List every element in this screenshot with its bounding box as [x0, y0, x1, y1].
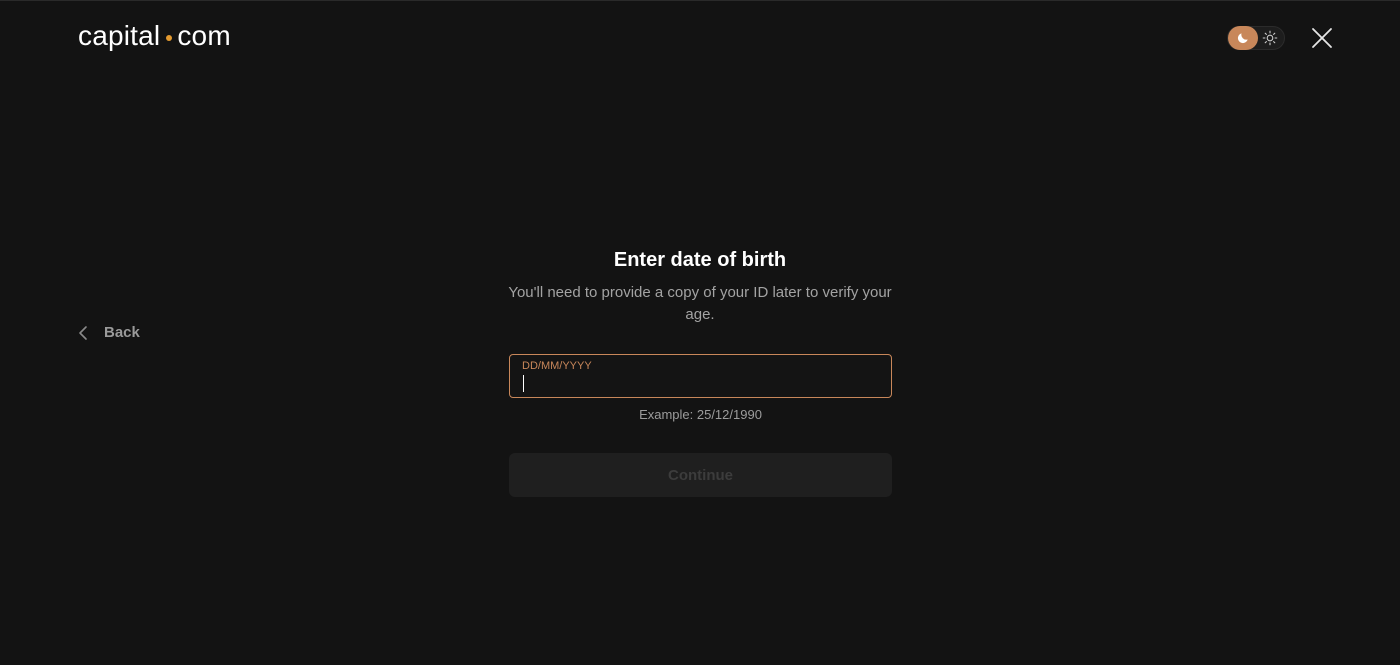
theme-toggle-knob [1228, 26, 1258, 50]
continue-button[interactable]: Continue [509, 453, 892, 497]
logo-text-left: capital [78, 20, 161, 51]
back-button[interactable]: Back [78, 324, 140, 341]
chevron-left-icon [79, 325, 87, 340]
page-title: Enter date of birth [613, 249, 787, 271]
date-of-birth-input[interactable] [522, 374, 877, 394]
close-button[interactable] [1310, 26, 1334, 50]
moon-icon [1237, 33, 1248, 44]
sun-icon[interactable] [1262, 30, 1278, 46]
theme-toggle[interactable] [1227, 26, 1285, 50]
close-icon [1312, 28, 1332, 48]
page: capital com Back Enter date of birth You… [0, 0, 1400, 665]
back-label: Back [104, 324, 140, 341]
page-subtitle: You'll need to provide a copy of your ID… [508, 284, 892, 323]
date-example-hint: Example: 25/12/1990 [639, 407, 762, 422]
date-of-birth-field[interactable]: DD/MM/YYYY [509, 354, 892, 398]
text-cursor [523, 375, 524, 392]
date-of-birth-label: DD/MM/YYYY [522, 360, 592, 372]
logo-text-right: com [177, 20, 231, 51]
capital-com-logo[interactable]: capital com [78, 19, 231, 53]
logo-dot [166, 35, 173, 41]
